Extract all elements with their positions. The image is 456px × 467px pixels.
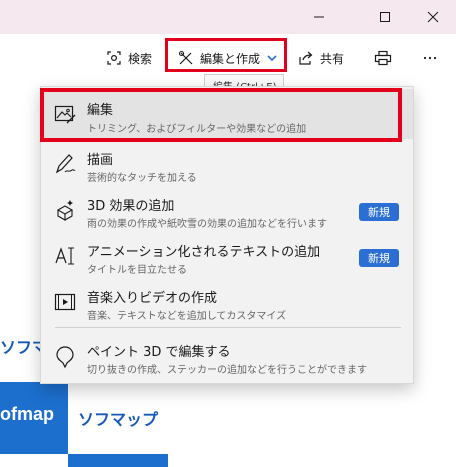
menu-item-animated-text[interactable]: アニメーション化されるテキストの追加 タイトルを目立たせる 新規 <box>41 233 413 279</box>
close-button[interactable] <box>410 0 456 34</box>
new-badge: 新規 <box>359 203 399 221</box>
sparkle-3d-icon <box>53 198 77 222</box>
maximize-icon <box>380 12 390 22</box>
minimize-button[interactable] <box>296 0 342 34</box>
menu-item-title: 音楽入りビデオの作成 <box>87 291 218 306</box>
menu-item-title: 描画 <box>87 153 114 168</box>
logo-text: ofmap <box>0 404 54 424</box>
menu-item-subtitle: 雨の効果の作成や紙吹雪の効果の追加などを行います <box>87 219 327 230</box>
menu-item-draw[interactable]: 描画 芸術的なタッチを加える <box>41 141 413 187</box>
video-icon <box>53 290 77 314</box>
menu-item-subtitle: タイトルを目立たせる <box>87 265 187 276</box>
logo-strip <box>0 454 68 467</box>
search-label: 検索 <box>128 51 153 66</box>
menu-item-paint3d[interactable]: ペイント 3D で編集する 切り抜きの作成、ステッカーの追加などを行うことができ… <box>41 333 413 381</box>
share-label: 共有 <box>320 51 345 66</box>
logo-name: ソフマップ <box>78 412 159 429</box>
print-button[interactable] <box>374 42 392 74</box>
menu-item-subtitle: 切り抜きの作成、ステッカーの追加などを行うことができます <box>87 365 367 376</box>
new-badge: 新規 <box>359 249 399 267</box>
menu-item-3d-effects[interactable]: 3D 効果の追加 雨の効果の作成や紙吹雪の効果の追加などを行います 新規 <box>41 187 413 233</box>
more-button[interactable] <box>422 42 438 74</box>
paint3d-icon <box>53 345 77 369</box>
menu-item-subtitle: 音楽、テキストなどを追加してカスタマイズ <box>87 311 287 322</box>
logo-block-lower <box>68 454 168 467</box>
title-bar <box>0 0 456 34</box>
edit-create-highlight <box>165 38 287 72</box>
more-options-icon <box>423 56 437 60</box>
visual-search-icon <box>107 51 121 65</box>
maximize-button[interactable] <box>362 0 408 34</box>
edit-item-highlight <box>40 88 402 142</box>
draw-icon <box>53 152 77 176</box>
animated-text-icon <box>53 244 77 268</box>
close-icon <box>427 11 439 23</box>
menu-item-title: アニメーション化されるテキストの追加 <box>87 245 321 260</box>
menu-separator <box>55 327 401 328</box>
menu-item-title: ペイント 3D で編集する <box>87 345 231 360</box>
share-button[interactable]: 共有 <box>298 42 344 74</box>
menu-item-subtitle: 芸術的なタッチを加える <box>87 173 197 184</box>
menu-item-title: 3D 効果の追加 <box>87 199 175 214</box>
minimize-icon <box>314 16 324 18</box>
print-icon <box>374 50 392 66</box>
search-button[interactable]: 検索 <box>106 42 152 74</box>
share-icon <box>299 51 313 65</box>
menu-item-video[interactable]: 音楽入りビデオの作成 音楽、テキストなどを追加してカスタマイズ <box>41 279 413 325</box>
